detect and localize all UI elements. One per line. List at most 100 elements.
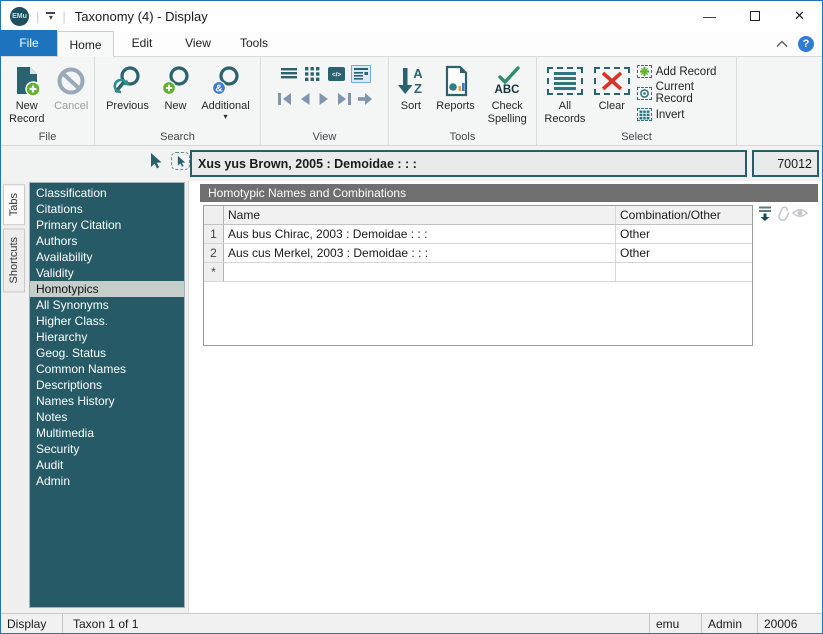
- new-search-icon: [160, 63, 192, 99]
- sidebar-item-authors[interactable]: Authors: [30, 233, 184, 249]
- ribbon-group-search: Previous New: [95, 57, 261, 145]
- new-record-button[interactable]: New Record: [3, 60, 50, 125]
- status-group: Admin: [702, 614, 758, 634]
- sidebar-item-validity[interactable]: Validity: [30, 265, 184, 281]
- close-button[interactable]: ✕: [777, 1, 822, 31]
- status-record-position: Taxon 1 of 1: [63, 614, 650, 634]
- status-mode: Display: [1, 614, 63, 634]
- sidebar-item-citations[interactable]: Citations: [30, 201, 184, 217]
- additional-dropdown-caret: ▾: [223, 113, 227, 120]
- sort-button[interactable]: A Z Sort: [391, 60, 431, 113]
- maximize-button[interactable]: [732, 1, 777, 31]
- details-view-icon[interactable]: [352, 66, 370, 82]
- sidebar-item-audit[interactable]: Audit: [30, 457, 184, 473]
- window-title: Taxonomy (4) - Display: [75, 9, 208, 24]
- sidebar-item-names-history[interactable]: Names History: [30, 393, 184, 409]
- last-record-icon[interactable]: [336, 92, 352, 106]
- tab-tools[interactable]: Tools: [226, 30, 282, 56]
- check-spelling-icon: ABC: [490, 63, 524, 99]
- ribbon-group-select: All Records Clear: [537, 57, 737, 145]
- sidebar-item-admin[interactable]: Admin: [30, 473, 184, 489]
- first-record-icon[interactable]: [277, 92, 293, 106]
- sidebar-item-classification[interactable]: Classification: [30, 185, 184, 201]
- sidebar-item-geog-status[interactable]: Geog. Status: [30, 345, 184, 361]
- cell-name[interactable]: [224, 263, 616, 281]
- ribbon-group-view: </>: [261, 57, 389, 145]
- table-header-row: Name Combination/Other: [204, 206, 752, 225]
- fill-tool-icon[interactable]: [757, 205, 773, 221]
- cell-combination[interactable]: Other: [616, 225, 752, 243]
- record-summary: Xus yus Brown, 2005 : Demoidae : : :: [190, 150, 747, 177]
- previous-search-button[interactable]: Previous: [99, 60, 157, 113]
- status-user: emu: [650, 614, 702, 634]
- additional-search-icon: &: [210, 63, 242, 99]
- sidebar-item-availability[interactable]: Availability: [30, 249, 184, 265]
- cell-combination[interactable]: [616, 263, 752, 281]
- tab-file[interactable]: File: [1, 30, 57, 56]
- tab-edit[interactable]: Edit: [114, 30, 170, 56]
- table-row: 1 Aus bus Chirac, 2003 : Demoidae : : : …: [204, 225, 752, 244]
- sidebar-item-all-synonyms[interactable]: All Synonyms: [30, 297, 184, 313]
- list-view-icon[interactable]: [280, 66, 298, 82]
- sidebar-mode-shortcuts[interactable]: Shortcuts: [3, 228, 25, 292]
- grid-view-icon[interactable]: [304, 66, 322, 82]
- sidebar-item-higher-class[interactable]: Higher Class.: [30, 313, 184, 329]
- app-window: EMu | ▾ | Taxonomy (4) - Display — ✕ Fil…: [0, 0, 823, 634]
- reports-button[interactable]: Reports: [431, 60, 481, 113]
- cell-combination[interactable]: Other: [616, 244, 752, 262]
- sidebar-item-security[interactable]: Security: [30, 441, 184, 457]
- add-record-icon: [637, 65, 652, 78]
- cancel-icon: [56, 63, 86, 99]
- cell-name[interactable]: Aus bus Chirac, 2003 : Demoidae : : :: [224, 225, 616, 243]
- view-record-eye-icon[interactable]: [792, 206, 808, 220]
- current-record-icon: [637, 87, 652, 100]
- sidebar-item-multimedia[interactable]: Multimedia: [30, 425, 184, 441]
- invert-selection-button[interactable]: Invert: [637, 108, 734, 121]
- sidebar-item-hierarchy[interactable]: Hierarchy: [30, 329, 184, 345]
- select-all-records-button[interactable]: All Records: [539, 60, 591, 125]
- left-column: Tabs Shortcuts Classification Citations …: [1, 181, 189, 613]
- cancel-button[interactable]: Cancel: [50, 60, 92, 113]
- next-record-icon[interactable]: [317, 92, 331, 106]
- column-header-name[interactable]: Name: [224, 206, 616, 224]
- select-current-record-button[interactable]: Current Record: [637, 81, 734, 105]
- group-label-tools: Tools: [389, 131, 536, 143]
- sidebar-item-notes[interactable]: Notes: [30, 409, 184, 425]
- ribbon-group-file: New Record Cancel File: [1, 57, 95, 145]
- collapse-ribbon-icon[interactable]: [776, 40, 788, 48]
- new-record-icon: [12, 63, 42, 99]
- row-number-header: [204, 206, 224, 224]
- ribbon-group-tools: A Z Sort Reports: [389, 57, 537, 145]
- sidebar-item-primary-citation[interactable]: Primary Citation: [30, 217, 184, 233]
- divider: |: [36, 9, 39, 24]
- check-spelling-button[interactable]: ABC Check Spelling: [480, 60, 534, 125]
- clear-selection-button[interactable]: Clear: [591, 60, 633, 113]
- tab-view[interactable]: View: [170, 30, 226, 56]
- svg-text:Z: Z: [414, 81, 422, 96]
- sidebar-item-common-names[interactable]: Common Names: [30, 361, 184, 377]
- quick-access-dropdown-icon[interactable]: ▾: [46, 12, 55, 20]
- previous-record-icon[interactable]: [298, 92, 312, 106]
- group-label-file: File: [1, 131, 94, 143]
- attachment-icon[interactable]: [775, 205, 790, 221]
- sidebar-mode-tabs[interactable]: Tabs: [3, 184, 25, 225]
- tab-home[interactable]: Home: [57, 31, 114, 57]
- divider: |: [62, 9, 65, 24]
- row-number: 2: [204, 244, 224, 262]
- code-view-icon[interactable]: </>: [328, 66, 346, 82]
- pointer-select-tool-icon[interactable]: [171, 152, 190, 170]
- sidebar-item-homotypics[interactable]: Homotypics: [30, 281, 184, 297]
- additional-search-button[interactable]: & Additional ▾: [195, 60, 257, 120]
- goto-record-icon[interactable]: [357, 92, 373, 106]
- pointer-tool-icon[interactable]: [147, 152, 164, 170]
- column-header-combination[interactable]: Combination/Other: [616, 206, 752, 224]
- add-record-to-selection-button[interactable]: Add Record: [637, 65, 734, 78]
- cell-name[interactable]: Aus cus Merkel, 2003 : Demoidae : : :: [224, 244, 616, 262]
- sidebar-item-descriptions[interactable]: Descriptions: [30, 377, 184, 393]
- record-summary-row: Xus yus Brown, 2005 : Demoidae : : : 700…: [1, 146, 822, 181]
- new-search-button[interactable]: New: [157, 60, 195, 113]
- status-record-id: 20006: [758, 614, 822, 634]
- table-row: 2 Aus cus Merkel, 2003 : Demoidae : : : …: [204, 244, 752, 263]
- minimize-button[interactable]: —: [687, 1, 732, 31]
- help-icon[interactable]: ?: [798, 36, 814, 52]
